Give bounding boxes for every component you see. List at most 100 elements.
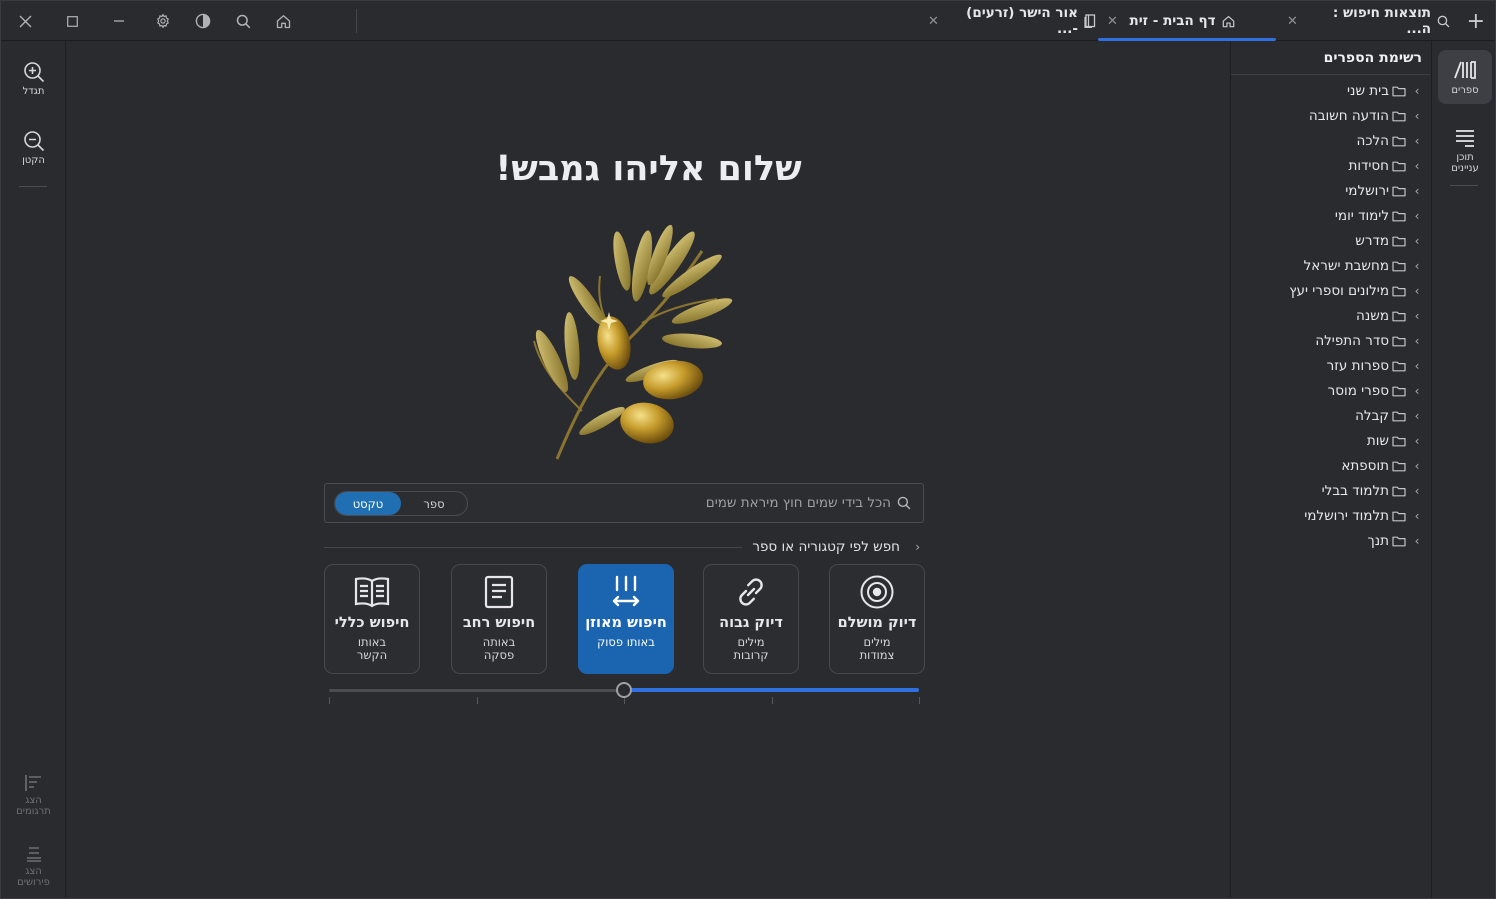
nav-toc-button[interactable]: תוכן עניינים bbox=[1438, 119, 1492, 182]
card-wide-search[interactable]: חיפוש רחב באותה פסקה bbox=[451, 564, 547, 674]
mode-text-option[interactable]: טקסט bbox=[335, 492, 401, 515]
book-category-label: מחשבת ישראל bbox=[1303, 258, 1389, 274]
slider-thumb[interactable] bbox=[616, 682, 632, 698]
list-icon bbox=[1456, 130, 1474, 147]
search-mode-toggle[interactable]: טקסט ספר bbox=[334, 491, 468, 516]
book-category-item[interactable]: › חסידות bbox=[1348, 155, 1424, 177]
divider bbox=[1231, 74, 1430, 75]
close-window-button[interactable] bbox=[5, 1, 45, 41]
card-general-search[interactable]: חיפוש כללי באותו הקשר bbox=[324, 564, 420, 674]
card-title: דיוק מושלם bbox=[837, 615, 917, 631]
card-perfect-precision[interactable]: דיוק מושלם מילים צמודות bbox=[829, 564, 925, 674]
minimize-window-button[interactable] bbox=[99, 1, 139, 41]
chevron-right-icon: › bbox=[1414, 159, 1420, 173]
card-title: חיפוש מאוזן bbox=[585, 615, 667, 631]
chevron-right-icon: › bbox=[1414, 234, 1420, 248]
close-tab-button[interactable]: ✕ bbox=[1107, 14, 1118, 29]
theme-toggle-button[interactable] bbox=[183, 1, 223, 41]
folder-icon bbox=[1392, 285, 1406, 297]
book-category-label: מילונים וספרי יעץ bbox=[1289, 283, 1389, 299]
contrast-icon bbox=[195, 13, 211, 29]
slider-tick bbox=[476, 697, 478, 704]
tab-or-hayashar[interactable]: אור הישר (זרעים) -... ✕ bbox=[928, 1, 1096, 41]
chevron-right-icon: › bbox=[1414, 484, 1420, 498]
book-category-item[interactable]: › סדר התפילה bbox=[1315, 330, 1424, 352]
chevron-right-icon: › bbox=[1414, 509, 1420, 523]
chevron-right-icon: › bbox=[1414, 409, 1420, 423]
show-translations-label: הצג תרגומים bbox=[16, 795, 51, 817]
tab-search-results[interactable]: תוצאות חיפוש : ה... ✕ bbox=[1287, 1, 1450, 41]
book-category-item[interactable]: › הלכה bbox=[1357, 130, 1424, 152]
book-category-item[interactable]: › הודעה חשובה bbox=[1309, 105, 1424, 127]
book-category-item[interactable]: › קבלה bbox=[1355, 405, 1424, 427]
book-category-label: תלמוד בבלי bbox=[1321, 483, 1389, 499]
folder-icon bbox=[1392, 235, 1406, 247]
card-subtitle: באותה פסקה bbox=[482, 635, 516, 662]
card-balanced-search[interactable]: חיפוש מאוזן באותו פסוק bbox=[578, 564, 674, 674]
chevron-right-icon: › bbox=[1414, 434, 1420, 448]
folder-icon bbox=[1392, 160, 1406, 172]
book-category-item[interactable]: › תלמוד ירושלמי bbox=[1304, 505, 1424, 527]
show-commentaries-button[interactable]: הצג פירושים bbox=[1, 845, 66, 888]
book-category-item[interactable]: › מדרש bbox=[1355, 230, 1424, 252]
chevron-right-icon: › bbox=[1414, 459, 1420, 473]
close-tab-button[interactable]: ✕ bbox=[928, 14, 939, 29]
folder-icon bbox=[1392, 385, 1406, 397]
new-tab-button[interactable]: + bbox=[1467, 1, 1485, 41]
book-category-item[interactable]: › מחשבת ישראל bbox=[1304, 255, 1424, 277]
card-subtitle: מילים צמודות bbox=[859, 635, 895, 662]
book-category-item[interactable]: › תלמוד בבלי bbox=[1322, 480, 1424, 502]
title-bar: אור הישר (זרעים) -... ✕ דף הבית - זית ✕ … bbox=[1, 1, 1495, 41]
close-tab-button[interactable]: ✕ bbox=[1287, 14, 1298, 29]
tab-label: אור הישר (זרעים) -... bbox=[966, 5, 1078, 37]
book-category-item[interactable]: › תנך bbox=[1367, 530, 1424, 552]
book-category-item[interactable]: › ספרי מוסר bbox=[1328, 380, 1424, 402]
toolbar-separator bbox=[356, 9, 357, 33]
library-icon bbox=[1454, 61, 1476, 79]
search-input[interactable]: הכל בידי שמים חוץ מיראת שמים bbox=[706, 484, 891, 522]
zoom-out-icon bbox=[23, 131, 44, 152]
zoom-in-icon bbox=[23, 62, 44, 83]
chevron-right-icon: › bbox=[1414, 134, 1420, 148]
search-bar[interactable]: הכל בידי שמים חוץ מיראת שמים טקסט ספר bbox=[324, 483, 924, 523]
folder-icon bbox=[1392, 310, 1406, 322]
nav-books-button[interactable]: ספרים bbox=[1438, 50, 1492, 104]
book-category-item[interactable]: › תוספתא bbox=[1341, 455, 1424, 477]
search-precision-slider[interactable] bbox=[329, 682, 920, 712]
maximize-window-button[interactable] bbox=[52, 1, 92, 41]
zoom-out-button[interactable]: הקטן bbox=[1, 130, 66, 166]
settings-button[interactable] bbox=[143, 1, 183, 41]
book-category-label: תלמוד ירושלמי bbox=[1304, 508, 1389, 524]
link-icon bbox=[739, 578, 763, 606]
show-translations-button[interactable]: הצג תרגומים bbox=[1, 774, 66, 817]
divider bbox=[324, 547, 742, 548]
book-category-item[interactable]: › ירושלמי bbox=[1345, 180, 1424, 202]
book-category-item[interactable]: › ספרות עזר bbox=[1327, 355, 1424, 377]
book-category-label: ירושלמי bbox=[1345, 183, 1389, 199]
tab-label: דף הבית - זית bbox=[1129, 13, 1216, 29]
card-title: דיוק גבוה bbox=[719, 615, 783, 631]
mode-book-option[interactable]: ספר bbox=[401, 492, 467, 515]
book-category-item[interactable]: › שות bbox=[1367, 430, 1424, 452]
book-category-label: ספרות עזר bbox=[1326, 358, 1389, 374]
folder-icon bbox=[1392, 435, 1406, 447]
category-search-expander[interactable]: ‹ חפש לפי קטגוריה או ספר bbox=[324, 537, 924, 557]
chevron-right-icon: › bbox=[1414, 109, 1420, 123]
folder-icon bbox=[1392, 485, 1406, 497]
book-category-item[interactable]: › משנה bbox=[1356, 305, 1424, 327]
book-category-label: תוספתא bbox=[1341, 458, 1389, 474]
zoom-out-label: הקטן bbox=[22, 155, 45, 166]
search-icon bbox=[236, 14, 250, 28]
tab-home-page[interactable]: דף הבית - זית ✕ bbox=[1098, 1, 1276, 41]
minimize-icon bbox=[114, 20, 124, 22]
book-category-label: תנך bbox=[1367, 533, 1389, 549]
book-category-item[interactable]: › לימוד יומי bbox=[1335, 205, 1424, 227]
book-category-item[interactable]: › מילונים וספרי יעץ bbox=[1289, 280, 1424, 302]
book-category-item[interactable]: › בית שני bbox=[1347, 80, 1424, 102]
zoom-in-button[interactable]: תגדל bbox=[1, 61, 66, 97]
rail-divider bbox=[1450, 185, 1478, 186]
card-high-precision[interactable]: דיוק גבוה מילים קרובות bbox=[703, 564, 799, 674]
home-button[interactable] bbox=[263, 1, 303, 41]
global-search-button[interactable] bbox=[223, 1, 263, 41]
folder-icon bbox=[1392, 85, 1406, 97]
